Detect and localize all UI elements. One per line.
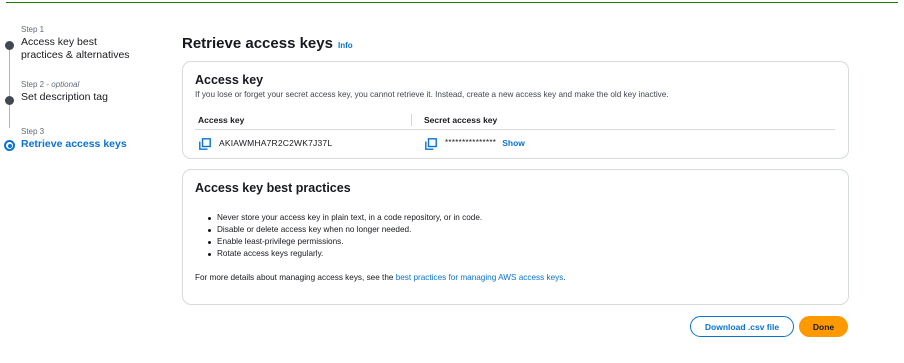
download-csv-button[interactable]: Download .csv file — [690, 316, 794, 337]
wizard-stepper: Step 1 Access key best practices & alter… — [0, 24, 160, 162]
footer-suffix: . — [563, 273, 566, 282]
panel-description: If you lose or forget your secret access… — [195, 90, 669, 99]
best-practices-footer: For more details about managing access k… — [195, 273, 566, 282]
page-title: Retrieve access keys — [182, 35, 333, 52]
best-practices-link[interactable]: best practices for managing AWS access k… — [396, 273, 564, 282]
step-indicator-icon — [5, 41, 14, 50]
list-item: Enable least-privilege permissions. — [207, 236, 482, 248]
panel-title: Access key — [195, 73, 264, 87]
panel-title: Access key best practices — [195, 181, 351, 195]
footer-text: For more details about managing access k… — [195, 273, 396, 282]
step-title[interactable]: Set description tag — [21, 91, 160, 104]
step-3[interactable]: Step 3 Retrieve access keys — [0, 126, 160, 151]
column-divider — [411, 114, 412, 126]
access-key-value: AKIAWMHA7R2C2WK7J37L — [219, 137, 333, 148]
page-header: Retrieve access keys Info — [182, 35, 353, 52]
copy-icon[interactable] — [425, 137, 437, 150]
info-link[interactable]: Info — [338, 41, 353, 50]
done-button[interactable]: Done — [799, 316, 848, 337]
copy-icon[interactable] — [199, 137, 211, 150]
access-key-panel: Access key If you lose or forget your se… — [182, 61, 849, 159]
table-row: AKIAWMHA7R2C2WK7J37L *************** Sho… — [195, 130, 835, 155]
step-indicator-icon — [5, 96, 14, 105]
step-2[interactable]: Step 2 - optional Set description tag — [0, 79, 160, 115]
list-item: Disable or delete access key when no lon… — [207, 224, 482, 236]
column-header-secret-key: Secret access key — [424, 115, 498, 125]
list-item: Rotate access keys regularly. — [207, 248, 482, 260]
step-number: Step 3 — [21, 127, 45, 136]
best-practices-panel: Access key best practices Never store yo… — [182, 169, 849, 305]
step-title[interactable]: Access key best practices & alternatives — [21, 36, 141, 62]
step-active-indicator-icon — [4, 140, 15, 151]
step-number: Step 2 - optional — [21, 80, 80, 89]
secret-key-cell: *************** Show — [424, 137, 525, 150]
best-practices-list: Never store your access key in plain tex… — [207, 212, 482, 260]
show-secret-link[interactable]: Show — [502, 138, 525, 148]
table-header: Access key Secret access key — [195, 111, 835, 130]
access-key-cell: AKIAWMHA7R2C2WK7J37L — [195, 137, 424, 150]
step-number-text: Step 2 — [21, 80, 45, 89]
step-title: Retrieve access keys — [21, 138, 127, 150]
secret-key-masked-value: *************** — [445, 138, 497, 147]
step-1[interactable]: Step 1 Access key best practices & alter… — [0, 24, 160, 68]
list-item: Never store your access key in plain tex… — [207, 212, 482, 224]
column-header-access-key: Access key — [198, 115, 245, 125]
step-number: Step 1 — [21, 25, 45, 34]
step-optional-label: optional — [51, 80, 80, 89]
top-success-bar — [0, 0, 904, 3]
access-key-table: Access key Secret access key AKIAWMHA7R2… — [195, 111, 835, 155]
